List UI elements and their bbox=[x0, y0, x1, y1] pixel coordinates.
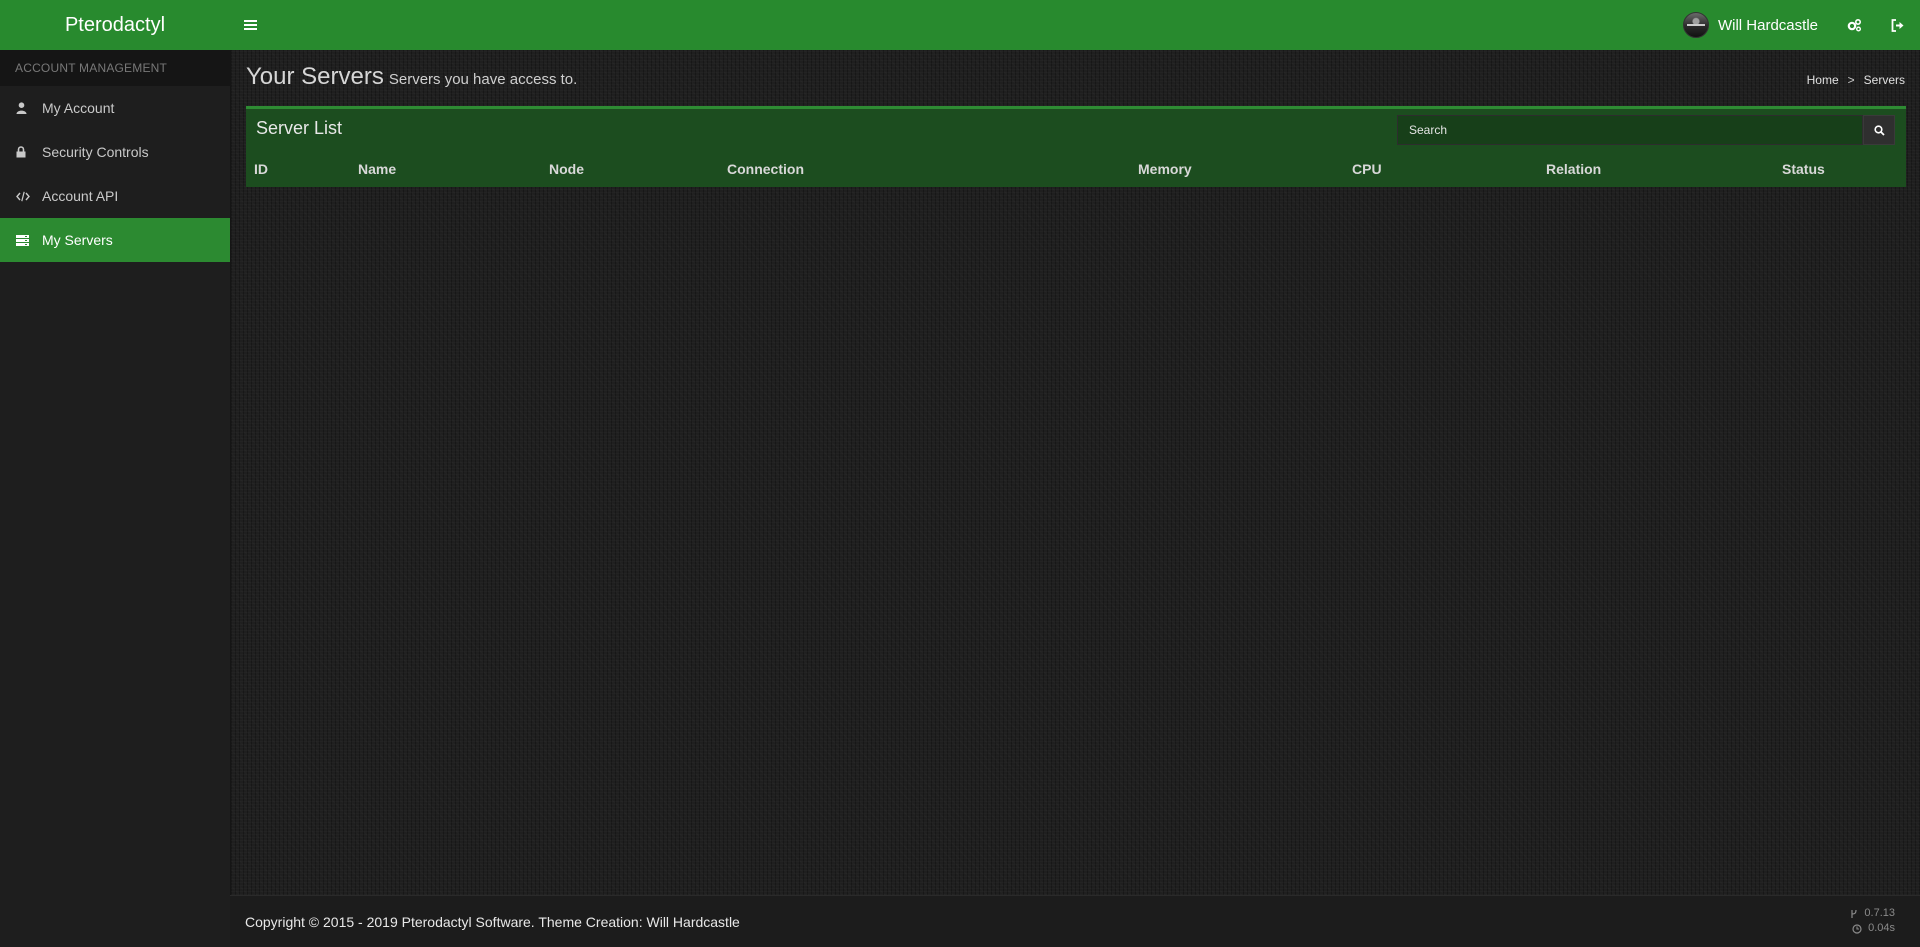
sidebar-item-label: Security Controls bbox=[42, 144, 149, 160]
brand-logo[interactable]: Pterodactyl bbox=[0, 0, 230, 50]
column-header-id[interactable]: ID bbox=[254, 161, 268, 177]
page-title: Your Servers bbox=[246, 63, 384, 90]
breadcrumb: Home > Servers bbox=[1807, 73, 1905, 87]
main-content: Your Servers Servers you have access to.… bbox=[230, 50, 1920, 895]
sidebar-item-my-servers[interactable]: My Servers bbox=[0, 218, 230, 262]
user-name: Will Hardcastle bbox=[1717, 16, 1818, 34]
breadcrumb-separator: > bbox=[1847, 73, 1855, 87]
lock-icon bbox=[16, 146, 42, 158]
user-menu[interactable]: Will Hardcastle bbox=[1669, 12, 1832, 38]
column-header-cpu[interactable]: CPU bbox=[1352, 161, 1382, 177]
hamburger-icon[interactable] bbox=[244, 19, 258, 31]
page-header: Your Servers Servers you have access to.… bbox=[246, 63, 1905, 91]
column-header-memory[interactable]: Memory bbox=[1138, 161, 1192, 177]
column-header-relation[interactable]: Relation bbox=[1546, 161, 1601, 177]
sidebar-item-label: Account API bbox=[42, 188, 119, 204]
sidebar-item-security-controls[interactable]: Security Controls bbox=[0, 130, 230, 174]
sidebar-item-account-api[interactable]: Account API bbox=[0, 174, 230, 218]
sidebar-item-label: My Account bbox=[42, 100, 115, 116]
server-icon bbox=[16, 234, 42, 246]
top-navbar: Pterodactyl Will Hardcastle bbox=[0, 0, 1920, 50]
breadcrumb-current: Servers bbox=[1863, 73, 1905, 87]
render-time: 0.04s bbox=[1868, 922, 1895, 934]
topbar-right: Will Hardcastle bbox=[1669, 0, 1920, 50]
code-icon bbox=[16, 191, 42, 202]
sidebar-item-my-account[interactable]: My Account bbox=[0, 86, 230, 130]
server-list-box: Server List ID Name Node Connection Memo… bbox=[246, 106, 1906, 187]
search-icon bbox=[1873, 124, 1885, 136]
breadcrumb-home-link[interactable]: Home bbox=[1807, 73, 1839, 87]
user-icon bbox=[16, 102, 42, 114]
version-number: 0.7.13 bbox=[1864, 907, 1895, 919]
search-button[interactable] bbox=[1863, 115, 1895, 145]
avatar bbox=[1682, 12, 1709, 38]
table-header-row: ID Name Node Connection Memory CPU Relat… bbox=[246, 161, 1906, 181]
version-info: 0.7.13 0.04s bbox=[1850, 906, 1895, 936]
sign-out-icon[interactable] bbox=[1876, 0, 1920, 50]
footer: Copyright © 2015 - 2019 Pterodactyl Soft… bbox=[230, 895, 1920, 947]
column-header-status[interactable]: Status bbox=[1782, 161, 1825, 177]
column-header-node[interactable]: Node bbox=[549, 161, 584, 177]
copyright-text: Copyright © 2015 - 2019 Pterodactyl Soft… bbox=[245, 914, 740, 930]
column-header-connection[interactable]: Connection bbox=[727, 161, 804, 177]
clock-icon bbox=[1852, 923, 1862, 934]
sidebar: ACCOUNT MANAGEMENT My Account Security C… bbox=[0, 50, 230, 947]
page-subtitle: Servers you have access to. bbox=[388, 71, 578, 88]
column-header-name[interactable]: Name bbox=[358, 161, 396, 177]
sidebar-header: ACCOUNT MANAGEMENT bbox=[0, 50, 230, 86]
search-group bbox=[1397, 115, 1895, 145]
sidebar-item-label: My Servers bbox=[42, 232, 113, 248]
search-input[interactable] bbox=[1397, 115, 1863, 145]
code-fork-icon bbox=[1851, 909, 1858, 918]
box-title: Server List bbox=[256, 118, 343, 138]
cogs-icon[interactable] bbox=[1832, 0, 1876, 50]
